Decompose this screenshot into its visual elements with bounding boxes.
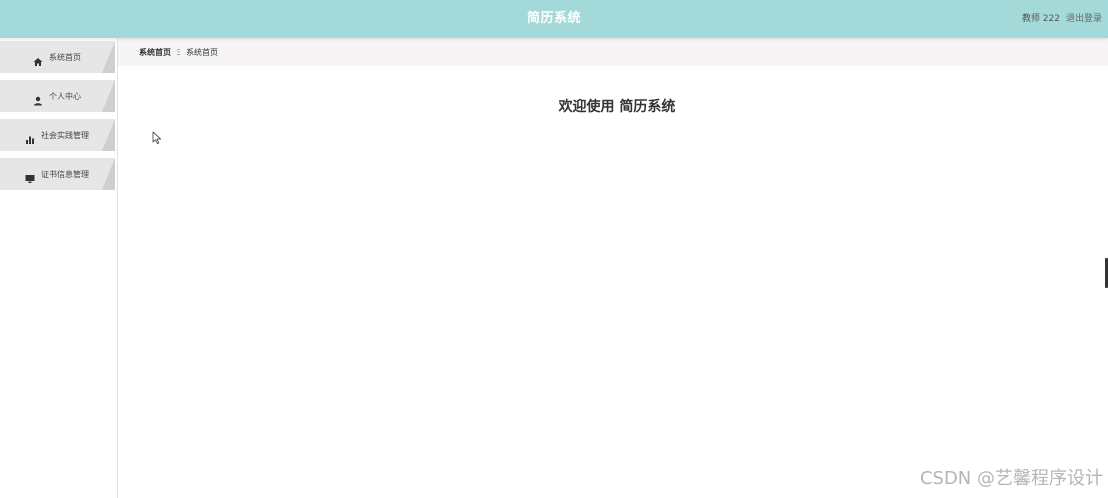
current-user-label: 教师 222 [1021, 14, 1060, 24]
mouse-pointer-icon [152, 131, 162, 145]
sidebar-item-label: 社会实践管理 [41, 130, 89, 140]
welcome-heading: 欢迎使用 简历系统 [558, 99, 676, 115]
sidebar-item-personal-center[interactable]: 个人中心 [0, 80, 115, 112]
watermark-text: CSDN @艺馨程序设计 [919, 468, 1103, 489]
main-content: 系统首页 Ξ 系统首页 欢迎使用 简历系统 CSDN @艺馨程序设计 [118, 38, 1108, 498]
top-header: 简历系统 教师 222 退出登录 [0, 0, 1108, 38]
sidebar-item-label: 个人中心 [49, 91, 81, 101]
breadcrumb-current: 系统首页 [186, 47, 219, 57]
home-icon [33, 52, 43, 66]
breadcrumb: 系统首页 Ξ 系统首页 [118, 38, 1108, 66]
header-user-area: 教师 222 退出登录 [1022, 0, 1102, 38]
sidebar-item-certificate[interactable]: 证书信息管理 [0, 158, 115, 190]
sidebar-item-label: 系统首页 [49, 52, 81, 62]
app-window: 简历系统 教师 222 退出登录 系统首页 个人中心 社会实践管理 证书信息管理… [0, 0, 1108, 498]
sidebar-item-social-practice[interactable]: 社会实践管理 [0, 119, 115, 151]
monitor-icon [25, 169, 35, 183]
app-title: 简历系统 [526, 11, 581, 26]
bar-chart-icon [25, 130, 35, 144]
sidebar-item-label: 证书信息管理 [41, 169, 89, 179]
breadcrumb-separator: Ξ [176, 47, 182, 57]
sidebar-menu: 系统首页 个人中心 社会实践管理 证书信息管理 [0, 38, 118, 498]
breadcrumb-home-link[interactable]: 系统首页 [139, 47, 171, 58]
sidebar-item-home[interactable]: 系统首页 [0, 41, 115, 73]
user-icon [33, 91, 43, 106]
logout-link[interactable]: 退出登录 [1066, 0, 1102, 38]
